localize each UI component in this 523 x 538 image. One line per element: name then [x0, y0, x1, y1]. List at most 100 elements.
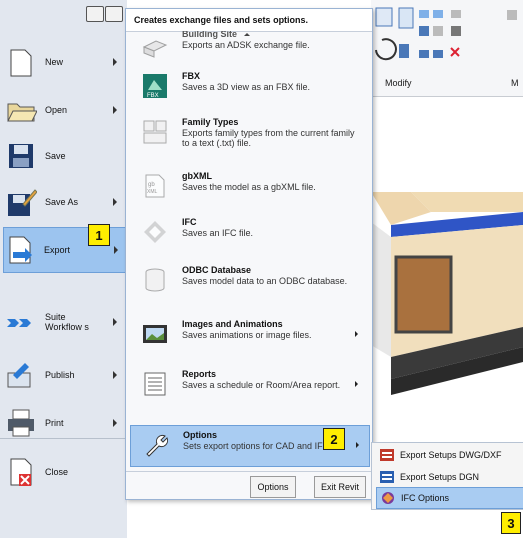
suite-workflow-icon [7, 319, 31, 327]
options-button[interactable]: Options [250, 476, 296, 498]
menu-item-label: Suite Workflow s [45, 312, 89, 332]
submenu-item-desc: Exports family types from the current fa… [182, 128, 355, 148]
ifc-icon [144, 221, 166, 243]
save-as-icon [8, 189, 37, 216]
submenu-item-title: Building Site [182, 31, 237, 39]
submenu-item-desc: Saves the model as a gbXML file. [182, 182, 316, 192]
family-types-icon [143, 120, 167, 144]
flyout-item-ifc-options[interactable]: IFC Options [376, 487, 523, 509]
chevron-right-icon [113, 58, 117, 66]
submenu-divider [126, 471, 372, 472]
submenu-item-title: Reports [182, 369, 217, 379]
flyout-item-label: IFC Options [401, 493, 450, 503]
menu-item-new[interactable]: New [5, 44, 125, 80]
menu-item-label: Save [45, 151, 66, 161]
publish-icon [7, 363, 31, 388]
open-folder-icon [7, 103, 37, 122]
menu-item-open[interactable]: Open [5, 92, 125, 128]
menu-item-label: Print [45, 418, 64, 428]
submenu-item-title: ODBC Database [182, 265, 252, 275]
chevron-right-icon [113, 106, 117, 114]
submenu-item-desc: Saves model data to an ODBC database. [182, 276, 348, 286]
report-icon [144, 372, 166, 396]
model-canvas[interactable] [371, 97, 523, 442]
submenu-item-title: FBX [182, 71, 200, 81]
save-disk-icon [9, 144, 33, 168]
building-site-icon [142, 40, 168, 58]
new-file-icon [10, 49, 32, 77]
submenu-item-title: Family Types [182, 117, 239, 127]
submenu-item-images-animations[interactable]: Images and Animations Saves animations o… [130, 315, 368, 355]
submenu-item-title: IFC [182, 217, 197, 227]
submenu-item-desc: Saves a schedule or Room/Area report. [182, 380, 341, 390]
open-documents-icon[interactable] [105, 6, 123, 22]
submenu-item-ifc[interactable]: IFC Saves an IFC file. [130, 213, 368, 253]
submenu-item-family-types[interactable]: Family Types Exports family types from t… [130, 113, 368, 157]
gbxml-icon: gbXML [145, 174, 165, 198]
submenu-item-desc: Saves animations or image files. [182, 330, 312, 340]
chevron-right-icon [113, 419, 117, 427]
options-flyout: Export Setups DWG/DXF Export Setups DGN … [371, 442, 523, 510]
chevron-right-icon [113, 318, 117, 326]
export-submenu: Creates exchange files and sets options.… [125, 8, 373, 500]
exit-revit-button[interactable]: Exit Revit [314, 476, 366, 498]
flyout-item-label: Export Setups DGN [400, 472, 480, 482]
menu-item-save[interactable]: Save [5, 138, 125, 174]
menu-item-label: Save As [45, 197, 79, 207]
menu-item-label: Publish [45, 370, 75, 380]
menu-item-label: Export [44, 245, 71, 255]
modify-panel-label: Modify [385, 78, 412, 88]
submenu-item-desc: Exports an ADSK exchange file. [182, 40, 310, 50]
chevron-right-icon [113, 198, 117, 206]
menu-item-suite-workflows[interactable]: Suite Workflow s [5, 300, 125, 344]
wrench-icon [146, 434, 169, 457]
menu-item-publish[interactable]: Publish [5, 357, 125, 393]
menu-item-save-as[interactable]: Save As [5, 184, 125, 220]
chevron-right-icon [356, 442, 359, 448]
application-menu: New Open Save Save As Export Suite Workf… [0, 0, 127, 538]
chevron-right-icon [355, 381, 358, 387]
submenu-item-desc: Saves an IFC file. [182, 228, 254, 238]
chevron-right-icon [114, 246, 118, 254]
close-file-icon [10, 458, 32, 486]
ifc-options-icon [382, 492, 394, 504]
building-3d-model-icon [371, 192, 523, 395]
film-icon [143, 325, 167, 343]
ribbon: Modify M [371, 0, 523, 97]
flyout-item-export-setups-dgn[interactable]: Export Setups DGN [376, 467, 522, 487]
recent-documents-icon[interactable] [86, 6, 104, 22]
submenu-item-desc: Saves a 3D view as an FBX file. [182, 82, 311, 92]
flyout-item-export-setups-dwg[interactable]: Export Setups DWG/DXF [376, 445, 522, 465]
dgn-setup-icon [380, 471, 394, 483]
menu-item-label: Open [45, 105, 68, 115]
step-badge-2: 2 [323, 428, 345, 450]
chevron-right-icon [113, 371, 117, 379]
submenu-item-reports[interactable]: Reports Saves a schedule or Room/Area re… [130, 365, 368, 409]
submenu-item-title: gbXML [182, 171, 212, 181]
menu-divider [0, 438, 127, 439]
chevron-right-icon [355, 331, 358, 337]
menu-item-close[interactable]: Close [5, 454, 125, 490]
menu-item-label: Close [45, 467, 69, 477]
flyout-item-label: Export Setups DWG/DXF [400, 450, 502, 460]
svg-text:XML: XML [147, 189, 158, 195]
menu-item-label: New [45, 57, 64, 67]
ribbon-cut-label: M [511, 78, 519, 88]
svg-text:FBX: FBX [147, 93, 159, 99]
submenu-item-fbx[interactable]: FBX FBX Saves a 3D view as an FBX file. [130, 67, 368, 107]
dwg-setup-icon [380, 449, 394, 461]
svg-text:gb: gb [148, 182, 155, 188]
submenu-item-building-site[interactable]: Building Site Exports an ADSK exchange f… [130, 31, 368, 61]
submenu-item-odbc[interactable]: ODBC Database Saves model data to an ODB… [130, 261, 368, 307]
menu-item-print[interactable]: Print [5, 405, 125, 441]
database-icon [145, 268, 165, 292]
submenu-header-text: Creates exchange files and sets options. [134, 15, 309, 25]
submenu-item-title: Options [183, 430, 217, 440]
step-badge-3: 3 [501, 512, 521, 534]
step-badge-1: 1 [88, 224, 110, 246]
export-icon [9, 236, 32, 264]
submenu-item-gbxml[interactable]: gb XML gbXML Saves the model as a gbXML f… [130, 167, 368, 207]
printer-icon [8, 409, 34, 437]
fbx-icon: FBX [143, 74, 167, 99]
submenu-item-title: Images and Animations [182, 319, 283, 329]
